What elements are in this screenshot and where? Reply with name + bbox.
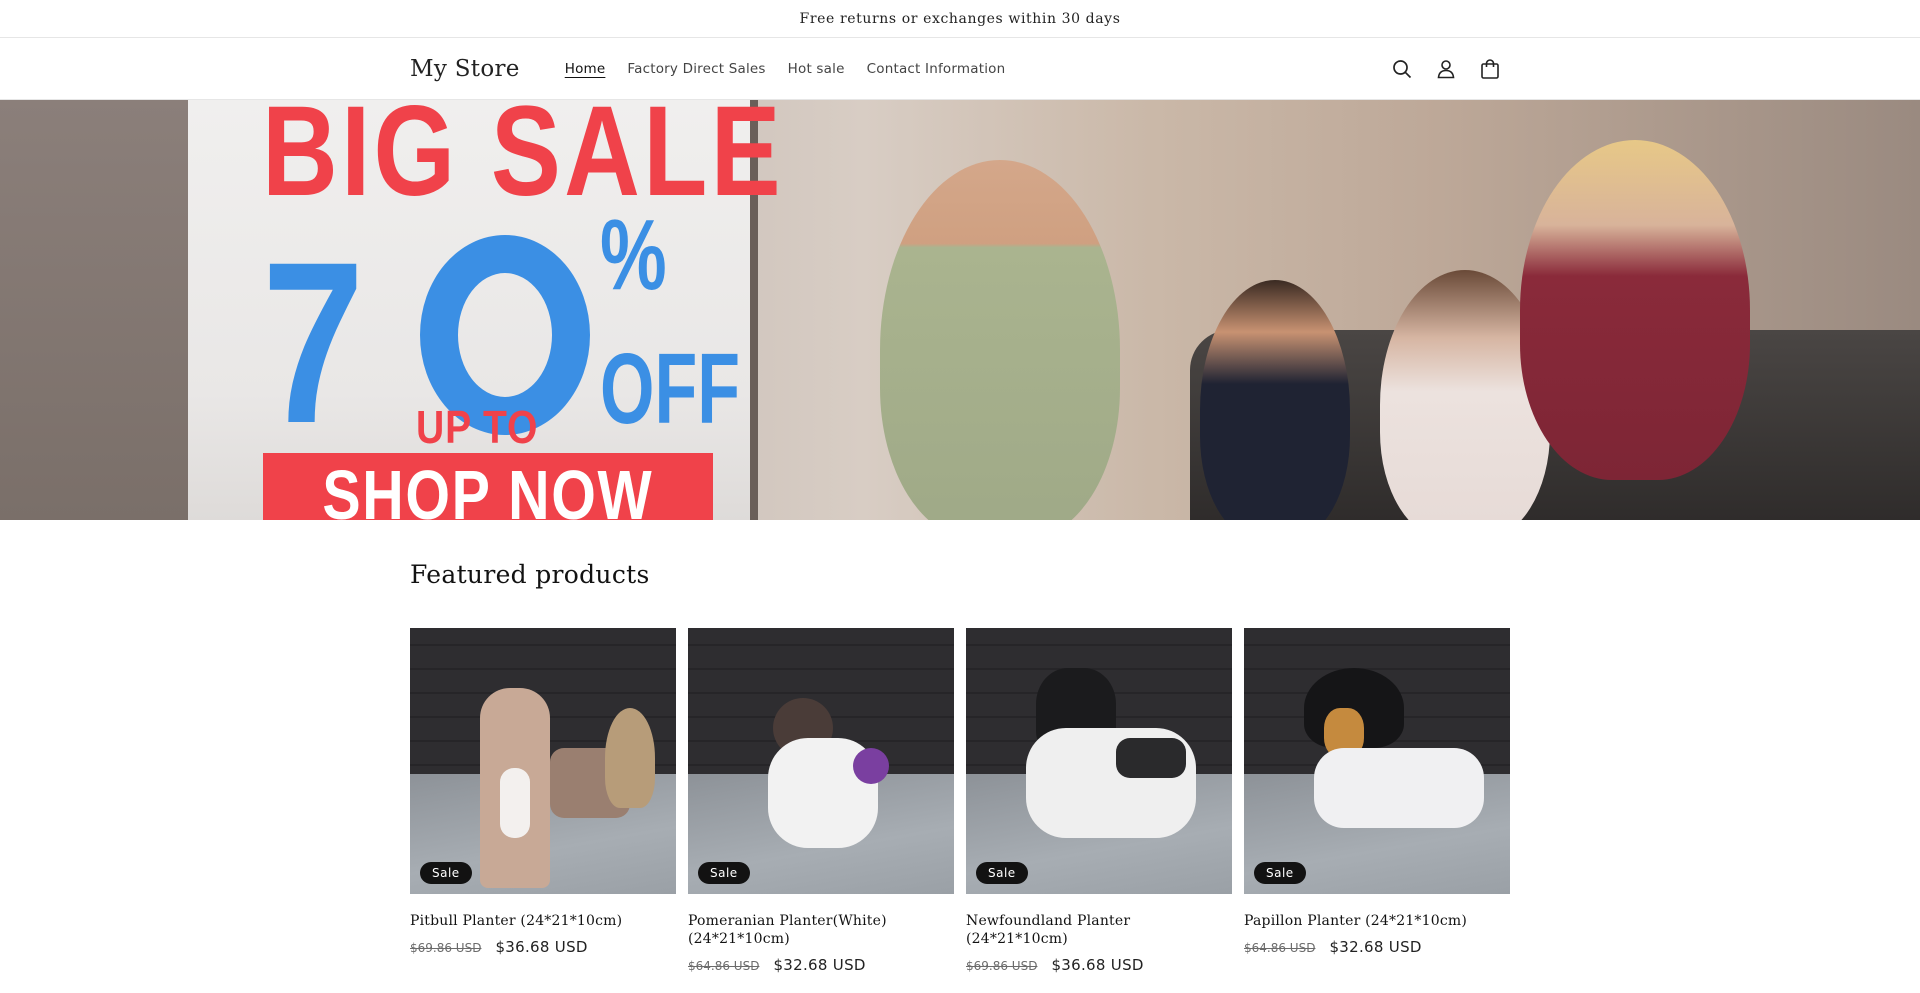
banner-up-to: UP TO xyxy=(416,401,539,453)
product-image[interactable]: Sale xyxy=(1244,628,1510,894)
sale-price: $36.68 USD xyxy=(1051,956,1144,974)
search-icon[interactable] xyxy=(1388,55,1416,83)
store-logo[interactable]: My Store xyxy=(410,56,520,82)
product-card[interactable]: Sale Papillon Planter (24*21*10cm) $64.8… xyxy=(1244,628,1510,974)
compare-at-price: $64.86 USD xyxy=(1244,941,1316,955)
main-nav: Home Factory Direct Sales Hot sale Conta… xyxy=(554,61,1017,77)
product-card[interactable]: Sale Pomeranian Planter(White) (24*21*10… xyxy=(688,628,954,974)
section-title: Featured products xyxy=(410,560,650,589)
product-image[interactable]: Sale xyxy=(688,628,954,894)
hero-banner[interactable]: BIG SALE 7 UP TO % OFF SHOP NOW xyxy=(0,100,1920,520)
nav-hot-sale[interactable]: Hot sale xyxy=(777,61,856,77)
product-price: $69.86 USD $36.68 USD xyxy=(966,956,1232,974)
compare-at-price: $69.86 USD xyxy=(966,959,1038,973)
cart-icon[interactable] xyxy=(1476,55,1504,83)
product-card[interactable]: Sale Newfoundland Planter (24*21*10cm) $… xyxy=(966,628,1232,974)
announcement-text: Free returns or exchanges within 30 days xyxy=(799,10,1121,27)
banner-percent: % xyxy=(600,199,667,311)
product-card[interactable]: Sale Pitbull Planter (24*21*10cm) $69.86… xyxy=(410,628,676,974)
announcement-bar: Free returns or exchanges within 30 days xyxy=(0,0,1920,38)
site-header: My Store Home Factory Direct Sales Hot s… xyxy=(0,38,1920,100)
man-figure xyxy=(880,160,1120,520)
sale-badge: Sale xyxy=(976,862,1028,884)
sale-price: $36.68 USD xyxy=(495,938,588,956)
banner-headline: BIG SALE xyxy=(262,100,784,223)
featured-products: Featured products Sale Pitbull Planter (… xyxy=(410,560,1510,974)
banner-number: 7 xyxy=(262,214,365,471)
compare-at-price: $64.86 USD xyxy=(688,959,760,973)
product-image[interactable]: Sale xyxy=(966,628,1232,894)
boy-figure xyxy=(1200,280,1350,520)
header-icons xyxy=(1388,55,1504,83)
sale-badge: Sale xyxy=(1254,862,1306,884)
nav-contact-information[interactable]: Contact Information xyxy=(856,61,1017,77)
sale-price: $32.68 USD xyxy=(1329,938,1422,956)
banner-off: OFF xyxy=(600,333,740,445)
sale-price: $32.68 USD xyxy=(773,956,866,974)
product-title[interactable]: Newfoundland Planter (24*21*10cm) xyxy=(966,912,1232,948)
product-title[interactable]: Pitbull Planter (24*21*10cm) xyxy=(410,912,676,930)
nav-factory-direct-sales[interactable]: Factory Direct Sales xyxy=(616,61,776,77)
product-title[interactable]: Pomeranian Planter(White) (24*21*10cm) xyxy=(688,912,954,948)
woman-figure xyxy=(1520,140,1750,480)
compare-at-price: $69.86 USD xyxy=(410,941,482,955)
sale-badge: Sale xyxy=(698,862,750,884)
shop-now-button[interactable]: SHOP NOW xyxy=(263,453,713,520)
account-icon[interactable] xyxy=(1432,55,1460,83)
nav-home[interactable]: Home xyxy=(554,61,617,77)
product-price: $64.86 USD $32.68 USD xyxy=(688,956,954,974)
product-image[interactable]: Sale xyxy=(410,628,676,894)
sale-badge: Sale xyxy=(420,862,472,884)
shop-now-label: SHOP NOW xyxy=(322,456,654,520)
product-price: $64.86 USD $32.68 USD xyxy=(1244,938,1510,956)
product-grid: Sale Pitbull Planter (24*21*10cm) $69.86… xyxy=(410,628,1510,974)
product-title[interactable]: Papillon Planter (24*21*10cm) xyxy=(1244,912,1510,930)
product-price: $69.86 USD $36.68 USD xyxy=(410,938,676,956)
